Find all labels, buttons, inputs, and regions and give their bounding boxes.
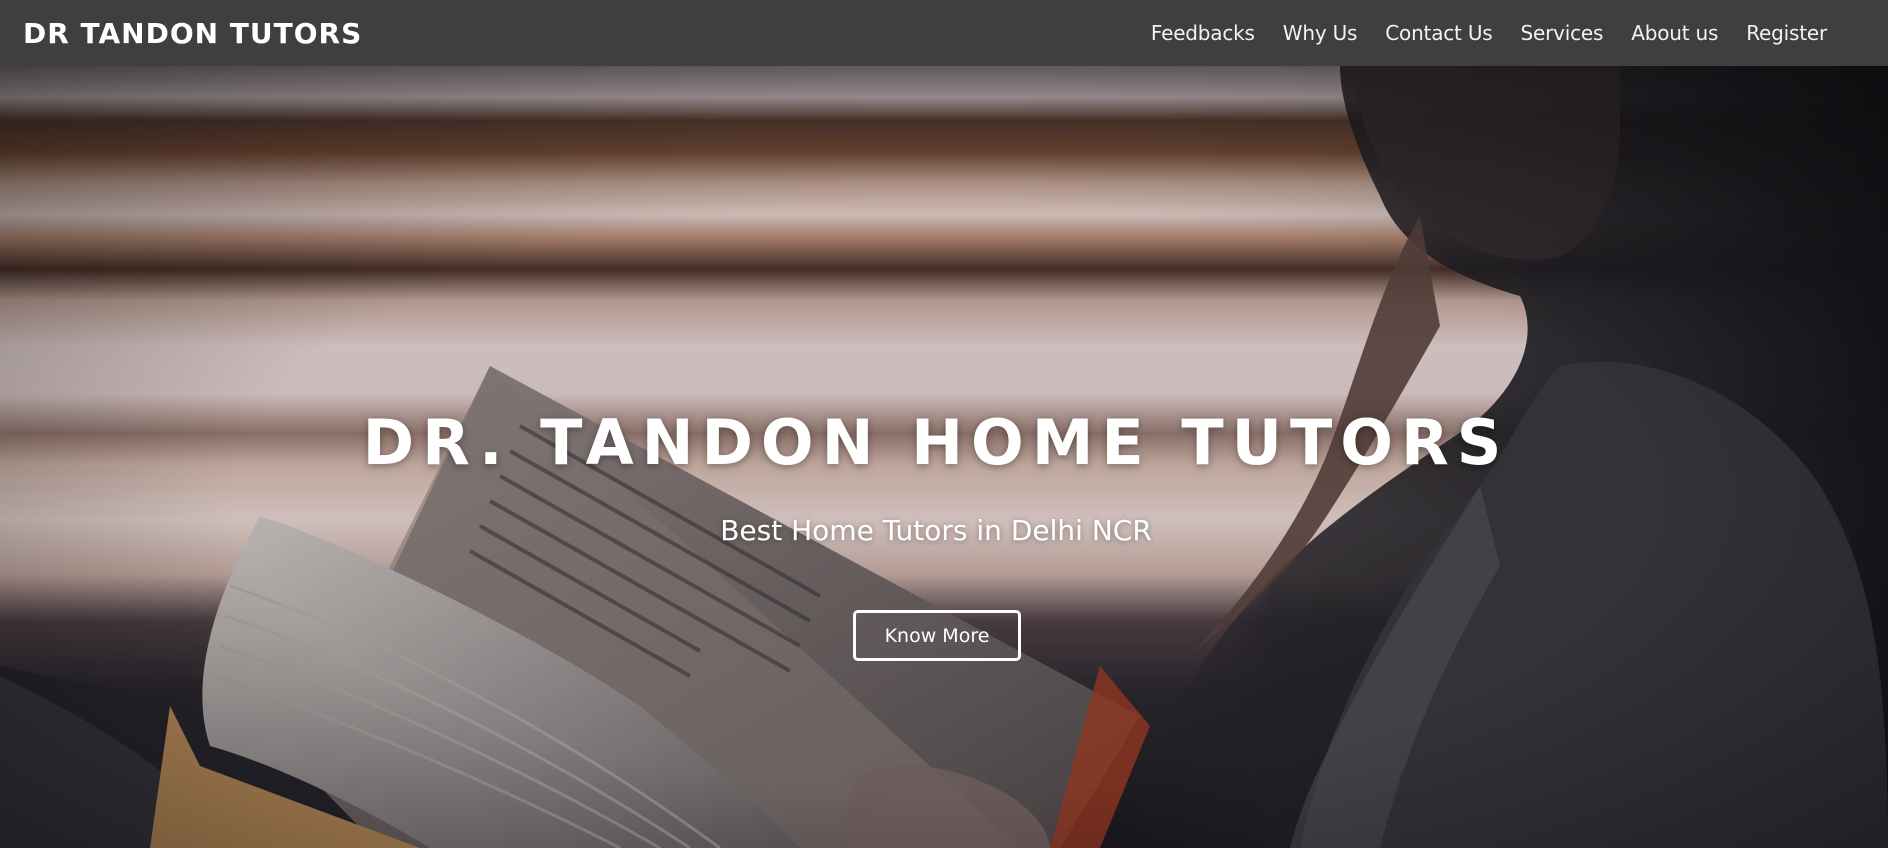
hero-section: DR. TANDON HOME TUTORS Best Home Tutors … bbox=[0, 66, 1888, 848]
nav-links: Feedbacks Why Us Contact Us Services Abo… bbox=[1137, 21, 1841, 45]
hero-content: DR. TANDON HOME TUTORS Best Home Tutors … bbox=[0, 66, 1888, 848]
hero-title: DR. TANDON HOME TUTORS bbox=[362, 406, 1510, 479]
know-more-button[interactable]: Know More bbox=[853, 610, 1021, 661]
hero-subtitle: Best Home Tutors in Delhi NCR bbox=[720, 514, 1152, 547]
brand-logo-link[interactable]: DR TANDON TUTORS bbox=[23, 17, 362, 50]
nav-link-services[interactable]: Services bbox=[1507, 21, 1618, 45]
nav-link-about-us[interactable]: About us bbox=[1617, 21, 1732, 45]
top-navbar: DR TANDON TUTORS Feedbacks Why Us Contac… bbox=[0, 0, 1888, 66]
nav-link-contact-us[interactable]: Contact Us bbox=[1371, 21, 1506, 45]
nav-link-feedbacks[interactable]: Feedbacks bbox=[1137, 21, 1269, 45]
nav-link-register[interactable]: Register bbox=[1732, 21, 1841, 45]
nav-link-why-us[interactable]: Why Us bbox=[1269, 21, 1372, 45]
